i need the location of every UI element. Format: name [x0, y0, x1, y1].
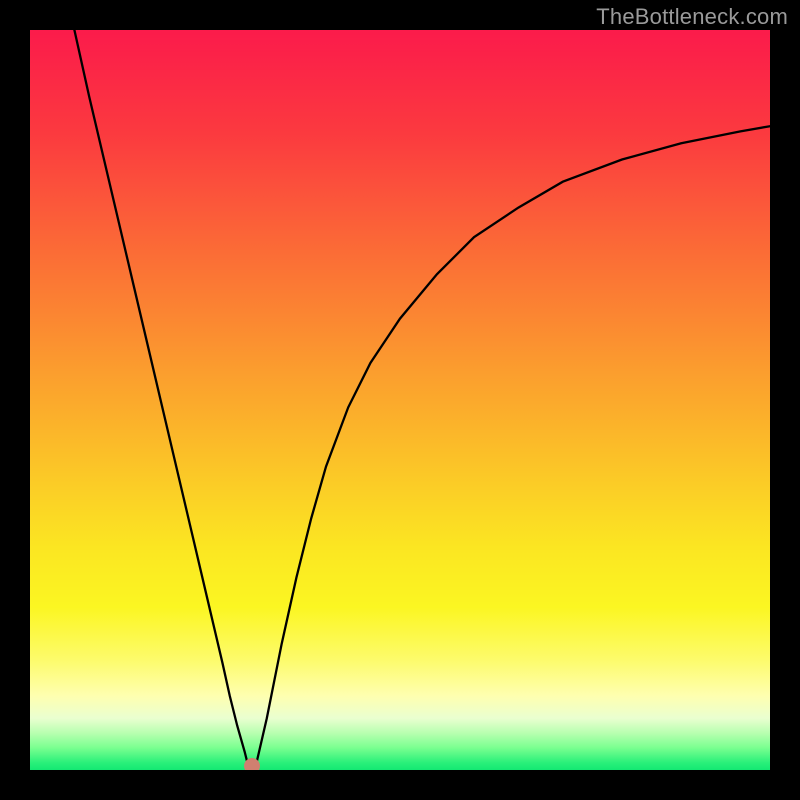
- optimal-point-marker: [244, 758, 260, 770]
- plot-area: [30, 30, 770, 770]
- chart-frame: TheBottleneck.com: [0, 0, 800, 800]
- bottleneck-curve: [30, 30, 770, 770]
- watermark-text: TheBottleneck.com: [596, 4, 788, 30]
